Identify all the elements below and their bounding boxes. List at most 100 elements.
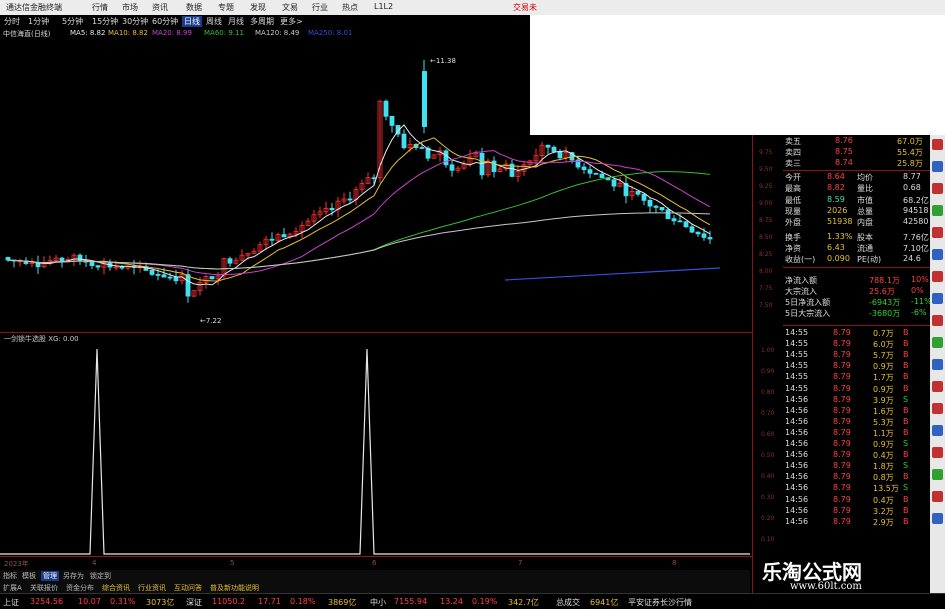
period-button[interactable]: 5分钟	[62, 16, 83, 27]
toolbar-icon[interactable]	[932, 227, 943, 238]
stat-value: 8.77	[903, 172, 921, 181]
toolbar-icon[interactable]	[932, 315, 943, 326]
toolbar-icon[interactable]	[932, 183, 943, 194]
tick-volume: 0.4万	[873, 451, 894, 461]
menu-item[interactable]: 行业	[312, 2, 328, 13]
stat-value: 6.43	[827, 242, 845, 252]
menu-item[interactable]: 资讯	[152, 2, 168, 13]
sh-change: 10.07	[78, 597, 101, 606]
tab-fund-dist[interactable]: 资金分布	[66, 583, 94, 593]
tab-qa[interactable]: 互动问答	[174, 583, 202, 593]
candle-body	[155, 274, 161, 276]
period-button[interactable]: 分时	[4, 16, 20, 27]
tab-lock[interactable]: 锁定到	[90, 571, 111, 581]
tick-price: 8.79	[833, 416, 851, 426]
toolbar-icon[interactable]	[932, 403, 943, 414]
tab-new-features[interactable]: 普及新功能说明	[210, 583, 259, 593]
period-button[interactable]: 月线	[228, 16, 244, 27]
tab-manage[interactable]: 管理	[41, 571, 59, 581]
period-button-active[interactable]: 日线	[182, 16, 202, 27]
period-button[interactable]: 60分钟	[152, 16, 178, 27]
flow-pct: 10%	[911, 275, 929, 284]
period-button[interactable]: 15分钟	[92, 16, 118, 27]
tick-side: B	[903, 383, 909, 393]
tick-time: 14:56	[785, 450, 809, 460]
candle-body	[659, 207, 665, 211]
toolbar-icon[interactable]	[932, 161, 943, 172]
tick-volume: 5.3万	[873, 417, 894, 427]
tick-time: 14:55	[785, 361, 809, 371]
tick-price: 8.79	[833, 372, 851, 382]
toolbar-icon[interactable]	[932, 205, 943, 216]
toolbar-icon[interactable]	[932, 293, 943, 304]
trade-label[interactable]: 交易未	[513, 2, 537, 13]
toolbar-icon[interactable]	[932, 337, 943, 348]
toolbar-icon[interactable]	[932, 513, 943, 524]
tick-side: B	[903, 361, 909, 371]
menu-item[interactable]: 文易	[282, 2, 298, 13]
ask-label: 卖四	[785, 148, 801, 157]
menu-item[interactable]: 热点	[342, 2, 358, 13]
zx-label[interactable]: 中小	[370, 597, 386, 608]
period-button[interactable]: 1分钟	[28, 16, 49, 27]
toolbar-icon[interactable]	[932, 271, 943, 282]
tab-extend[interactable]: 扩展A	[3, 583, 22, 593]
sh-label[interactable]: 上证	[3, 597, 19, 608]
ma60-line	[7, 171, 711, 270]
period-button[interactable]: 多周期	[250, 16, 274, 27]
candle-body	[683, 221, 689, 228]
menu-item[interactable]: L1L2	[374, 2, 393, 11]
tab-save-as[interactable]: 另存为	[63, 571, 84, 581]
tab-template[interactable]: 模板	[22, 571, 36, 581]
tick-price: 8.79	[833, 505, 851, 515]
tick-price: 8.79	[833, 461, 851, 471]
toolbar-icon[interactable]	[932, 447, 943, 458]
candle-body	[701, 233, 707, 238]
candle-body	[59, 257, 65, 263]
tab-info[interactable]: 综合资讯	[102, 583, 130, 593]
menu-item[interactable]: 专题	[218, 2, 234, 13]
stock-title: 中信海直(日线)	[3, 30, 51, 38]
toolbar-icon[interactable]	[932, 491, 943, 502]
tab-industry-info[interactable]: 行业资讯	[138, 583, 166, 593]
flow-label: 5日大宗流入	[785, 309, 831, 318]
candle-body	[401, 133, 407, 149]
stat-label: 收益(一)	[785, 255, 816, 265]
toolbar-icon[interactable]	[932, 425, 943, 436]
candlestick-chart[interactable]: ←11.38 ←7.22	[0, 40, 750, 332]
ma120-line	[7, 212, 711, 270]
menu-item[interactable]: 数据	[186, 2, 202, 13]
candle-body	[695, 231, 701, 235]
period-button[interactable]: 周线	[206, 16, 222, 27]
ask-label: 卖五	[785, 137, 801, 146]
toolbar-icon[interactable]	[932, 359, 943, 370]
toolbar-icon[interactable]	[932, 381, 943, 392]
toolbar-icon[interactable]	[932, 469, 943, 480]
tab-related-quote[interactable]: 关联报价	[30, 583, 58, 593]
separator	[783, 325, 931, 326]
toolbar-icon[interactable]	[932, 139, 943, 150]
ask-row: 卖五 8.76 67.0万	[785, 136, 931, 147]
flow-label: 5日净流入额	[785, 298, 831, 307]
tick-price: 8.79	[833, 483, 851, 493]
tick-volume: 0.4万	[873, 495, 894, 505]
xg-signal-line	[0, 348, 750, 555]
candle-body	[551, 146, 557, 152]
stat-label: 最高	[785, 184, 801, 194]
toolbar-icon[interactable]	[932, 249, 943, 260]
tick-row: 14:56 8.79 2.9万 B	[785, 517, 931, 528]
tab-indicator[interactable]: 指标	[3, 571, 17, 581]
stat-value: 8.64	[827, 172, 845, 181]
sz-label[interactable]: 深证	[186, 597, 202, 608]
menu-item[interactable]: 发现	[250, 2, 266, 13]
period-button[interactable]: 30分钟	[122, 16, 148, 27]
indicator-chart[interactable]	[0, 342, 750, 556]
tick-price: 8.79	[833, 394, 851, 404]
broker-label[interactable]: 平安证券长沙行情	[628, 597, 692, 608]
period-button[interactable]: 更多>	[280, 16, 303, 27]
menu-item[interactable]: 市场	[122, 2, 138, 13]
tick-volume: 3.2万	[873, 506, 894, 516]
indicator-axis-label: 0.40	[761, 473, 775, 480]
menu-item[interactable]: 行情	[92, 2, 108, 13]
tick-side: B	[903, 505, 909, 515]
